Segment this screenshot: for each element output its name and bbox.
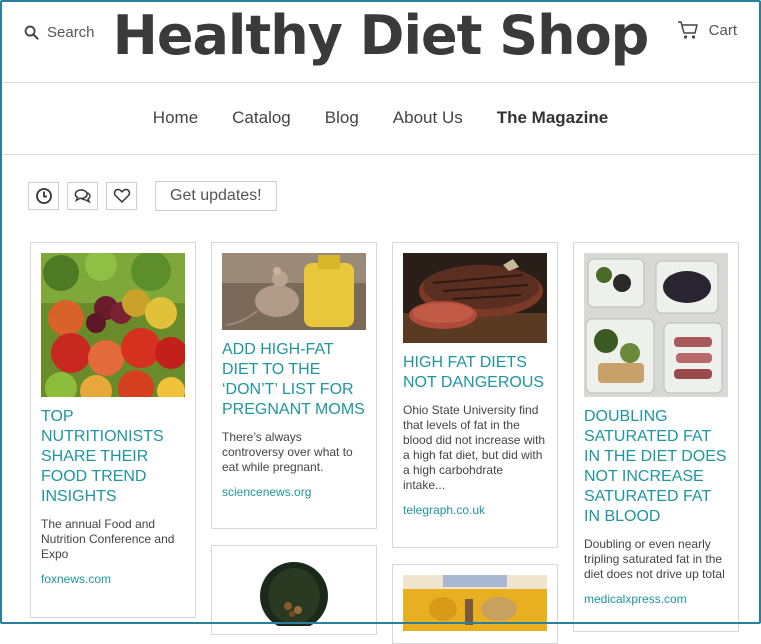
magazine-toolbar: Get updates! xyxy=(28,181,277,211)
meal-containers-photo[interactable] xyxy=(584,253,728,397)
pill-bottle-photo[interactable] xyxy=(222,556,366,626)
article-source[interactable]: sciencenews.org xyxy=(222,485,366,499)
nav-the-magazine[interactable]: The Magazine xyxy=(497,108,608,128)
get-updates-button[interactable]: Get updates! xyxy=(155,181,277,211)
article-card[interactable]: DOUBLING SATURATED FAT IN THE DIET DOES … xyxy=(573,242,739,632)
article-source[interactable]: medicalxpress.com xyxy=(584,592,728,606)
article-card[interactable] xyxy=(392,564,558,644)
recent-button[interactable] xyxy=(28,182,59,210)
heart-icon xyxy=(113,188,130,203)
favorites-button[interactable] xyxy=(106,182,137,210)
site-logo[interactable]: Healthy Diet Shop xyxy=(0,4,761,67)
article-excerpt: The annual Food and Nutrition Conference… xyxy=(41,517,175,561)
mouse-oil-bottle-photo[interactable] xyxy=(222,253,366,330)
article-source[interactable]: telegraph.co.uk xyxy=(403,503,547,517)
article-excerpt: Doubling or even nearly tripling saturat… xyxy=(584,537,725,581)
clock-icon xyxy=(35,188,52,204)
nav-home[interactable]: Home xyxy=(153,108,198,128)
nav-about-us[interactable]: About Us xyxy=(393,108,463,128)
cart-label: Cart xyxy=(708,21,737,39)
site-header: Search Healthy Diet Shop Cart xyxy=(0,0,761,83)
article-card[interactable] xyxy=(211,545,377,635)
article-card[interactable]: TOP NUTRITIONISTS SHARE THEIR FOOD TREND… xyxy=(30,242,196,618)
article-card[interactable]: HIGH FAT DIETS NOT DANGEROUS Ohio State … xyxy=(392,242,558,548)
fruits-vegetables-photo[interactable] xyxy=(41,253,185,397)
nav-blog[interactable]: Blog xyxy=(325,108,359,128)
article-excerpt: There’s always controversy over what to … xyxy=(222,430,353,474)
food-tray-photo[interactable] xyxy=(403,575,547,631)
main-nav: Home Catalog Blog About Us The Magazine xyxy=(0,82,761,155)
article-title[interactable]: TOP NUTRITIONISTS SHARE THEIR FOOD TREND… xyxy=(41,407,185,507)
comments-icon xyxy=(74,189,91,204)
cart-icon xyxy=(677,21,698,39)
nav-catalog[interactable]: Catalog xyxy=(232,108,291,128)
steak-photo[interactable] xyxy=(403,253,547,343)
article-title[interactable]: HIGH FAT DIETS NOT DANGEROUS xyxy=(403,353,547,393)
article-card[interactable]: ADD HIGH-FAT DIET TO THE ‘DON’T’ LIST FO… xyxy=(211,242,377,529)
comments-button[interactable] xyxy=(67,182,98,210)
article-source[interactable]: foxnews.com xyxy=(41,572,185,586)
article-title[interactable]: DOUBLING SATURATED FAT IN THE DIET DOES … xyxy=(584,407,728,527)
article-excerpt: Ohio State University find that levels o… xyxy=(403,403,546,492)
article-title[interactable]: ADD HIGH-FAT DIET TO THE ‘DON’T’ LIST FO… xyxy=(222,340,366,420)
cart-link[interactable]: Cart xyxy=(677,20,737,40)
